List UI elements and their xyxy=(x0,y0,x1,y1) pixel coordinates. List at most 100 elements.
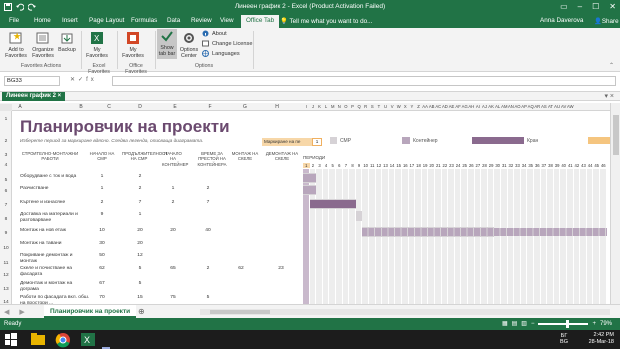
user-name[interactable]: Anna Daverova xyxy=(540,17,583,24)
col-header-gantt[interactable]: AG xyxy=(461,104,468,109)
task-value-a[interactable]: 62 xyxy=(92,266,112,272)
col-header-gantt[interactable]: AC xyxy=(435,104,442,109)
task-value-b[interactable]: 5 xyxy=(130,266,150,272)
zoom-in-icon[interactable]: + xyxy=(592,321,596,327)
task-value-d[interactable]: 2 xyxy=(197,266,219,272)
my-favorites-excel-button[interactable]: X My Favorites xyxy=(84,31,110,59)
tab-bar-menu-icon[interactable]: ▾ × xyxy=(604,92,614,100)
task-value-d[interactable]: 2 xyxy=(197,186,219,192)
task-value-c[interactable]: 1 xyxy=(162,186,184,192)
backup-button[interactable]: Backup xyxy=(57,31,77,53)
col-header-gantt[interactable]: AU xyxy=(554,104,561,109)
col-header-gantt[interactable]: O xyxy=(343,104,350,109)
close-icon[interactable]: ✕ xyxy=(609,2,616,11)
task-value-a[interactable]: 1 xyxy=(92,174,112,180)
task-value-b[interactable]: 12 xyxy=(130,253,150,259)
col-header-gantt[interactable]: L xyxy=(323,104,330,109)
worksheet[interactable]: Планировчик на проекти Изберете период з… xyxy=(12,111,610,304)
task-value-a[interactable]: 30 xyxy=(92,241,112,247)
name-box[interactable]: BG33 xyxy=(4,76,60,86)
vertical-scrollbar[interactable] xyxy=(610,103,620,304)
task-name[interactable]: Покриване демонтаж и монтаж xyxy=(20,253,90,264)
task-value-c[interactable]: 75 xyxy=(162,295,184,301)
col-header-gantt[interactable]: Z xyxy=(415,104,422,109)
row-header-13[interactable]: 13 xyxy=(0,287,12,292)
row-header-7[interactable]: 7 xyxy=(0,203,12,208)
col-header-gantt[interactable]: AL xyxy=(494,104,501,109)
col-header-gantt[interactable]: J xyxy=(310,104,317,109)
task-value-a[interactable]: 9 xyxy=(92,212,112,218)
task-value-c[interactable]: 65 xyxy=(162,266,184,272)
task-value-d[interactable]: 7 xyxy=(197,200,219,206)
tab-file[interactable]: File xyxy=(9,17,19,24)
col-header-gantt[interactable]: AQ xyxy=(527,104,534,109)
collapse-ribbon-icon[interactable]: ⌃ xyxy=(609,62,614,69)
task-value-b[interactable]: 20 xyxy=(130,228,150,234)
col-header-gantt[interactable]: AF xyxy=(455,104,462,109)
col-header-gantt[interactable]: X xyxy=(402,104,409,109)
col-header-gantt[interactable]: AV xyxy=(560,104,567,109)
tab-insert[interactable]: Insert xyxy=(62,17,78,24)
row-header-11[interactable]: 11 xyxy=(0,261,12,266)
tab-view[interactable]: View xyxy=(220,17,234,24)
task-name[interactable]: Монтаж на тавани xyxy=(20,241,90,247)
organize-favorites-button[interactable]: Organize Favorites xyxy=(30,31,56,59)
add-sheet-icon[interactable]: ⊕ xyxy=(138,307,145,316)
task-value-d[interactable]: 40 xyxy=(197,228,219,234)
zoom-out-icon[interactable]: − xyxy=(531,321,535,327)
row-header-10[interactable]: 10 xyxy=(0,246,12,251)
system-clock[interactable]: 2:42 PM 28-Mar-18 xyxy=(589,332,614,346)
period-marker-input[interactable]: 1 xyxy=(312,138,322,146)
task-value-a[interactable]: 2 xyxy=(92,200,112,206)
col-header-gantt[interactable]: AA xyxy=(422,104,429,109)
zoom-level[interactable]: 79% xyxy=(600,321,612,327)
col-header-gantt[interactable]: S xyxy=(369,104,376,109)
task-name[interactable]: Къртене и изнасяне xyxy=(20,200,90,206)
row-header-1[interactable]: 1 xyxy=(0,117,12,122)
tab-review[interactable]: Review xyxy=(191,17,212,24)
sheet-nav-arrows[interactable]: ◀ ▶ xyxy=(4,308,29,316)
col-header-gantt[interactable]: K xyxy=(316,104,323,109)
task-value-a[interactable]: 10 xyxy=(92,228,112,234)
minimize-icon[interactable]: – xyxy=(578,2,582,11)
options-center-button[interactable]: Options Center xyxy=(178,31,200,59)
file-explorer-icon[interactable] xyxy=(30,332,46,347)
col-header-e[interactable]: E xyxy=(170,104,180,110)
task-value-a[interactable]: 70 xyxy=(92,295,112,301)
col-header-gantt[interactable]: AM xyxy=(501,104,508,109)
row-header-4[interactable]: 4 xyxy=(0,163,12,168)
col-header-c[interactable]: C xyxy=(104,104,114,110)
tab-office-tab[interactable]: Office Tab xyxy=(241,15,280,28)
row-header-9[interactable]: 9 xyxy=(0,231,12,236)
col-header-gantt[interactable]: Y xyxy=(409,104,416,109)
col-header-gantt[interactable]: AK xyxy=(488,104,495,109)
row-header-3[interactable]: 3 xyxy=(0,153,12,158)
task-value-b[interactable]: 5 xyxy=(130,281,150,287)
tell-me-search[interactable]: 💡 Tell me what you want to do... xyxy=(280,17,372,25)
task-value-e[interactable]: 62 xyxy=(230,266,252,272)
view-page-layout-icon[interactable]: ▤ xyxy=(512,320,518,327)
row-header-5[interactable]: 5 xyxy=(0,178,12,183)
col-header-gantt[interactable]: AB xyxy=(428,104,435,109)
vertical-scroll-thumb[interactable] xyxy=(613,115,619,155)
row-header-12[interactable]: 12 xyxy=(0,273,12,278)
task-name[interactable]: Работи по фасадата вкл. обш. на простори… xyxy=(20,295,90,304)
row-header-8[interactable]: 8 xyxy=(0,217,12,222)
col-header-gantt[interactable]: AJ xyxy=(481,104,488,109)
show-tab-bar-button[interactable]: Show tab bar xyxy=(157,29,177,59)
col-header-g[interactable]: G xyxy=(240,104,250,110)
task-value-b[interactable]: 2 xyxy=(130,186,150,192)
share-button[interactable]: 👤Share xyxy=(594,17,619,25)
maximize-icon[interactable]: ☐ xyxy=(592,2,599,11)
chrome-icon[interactable] xyxy=(55,332,71,348)
col-header-gantt[interactable]: AW xyxy=(567,104,574,109)
tab-formulas[interactable]: Formulas xyxy=(131,17,157,24)
col-header-gantt[interactable]: AD xyxy=(442,104,449,109)
enter-icon[interactable]: ✓ xyxy=(78,77,86,83)
task-value-c[interactable]: 20 xyxy=(162,228,184,234)
col-header-h[interactable]: H xyxy=(272,104,282,110)
col-header-gantt[interactable]: AI xyxy=(475,104,482,109)
ribbon-display-icon[interactable]: ▭ xyxy=(560,2,568,11)
task-name[interactable]: Монтаж на нов етаж xyxy=(20,228,90,234)
col-header-gantt[interactable]: AO xyxy=(514,104,521,109)
